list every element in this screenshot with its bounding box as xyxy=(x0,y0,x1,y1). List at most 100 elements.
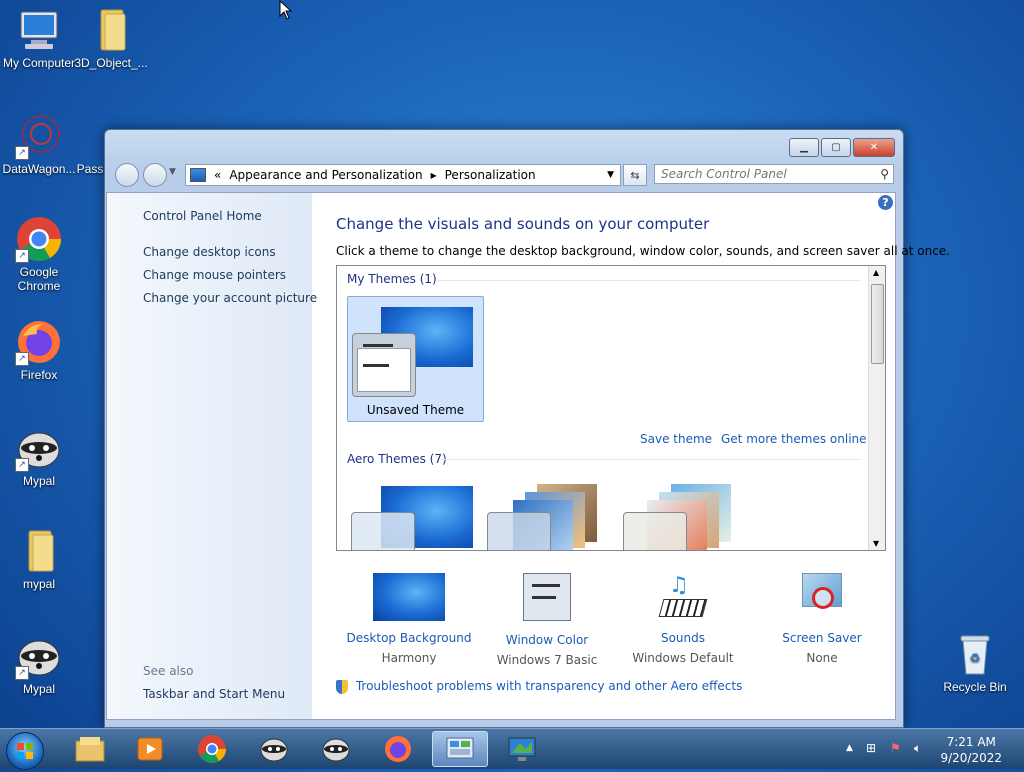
chrome-icon xyxy=(198,735,226,763)
navigation-bar: ▼ « Appearance and Personalization ▸ Per… xyxy=(115,163,895,187)
desktop-background-value: Harmony xyxy=(381,651,437,665)
taskbar-start-menu-link[interactable]: Taskbar and Start Menu xyxy=(143,687,285,701)
network-icon[interactable]: ⊞ xyxy=(866,741,876,755)
divider xyxy=(441,459,861,460)
show-hidden-icons-icon[interactable]: ▲ xyxy=(846,743,853,753)
desktop-icon-label: 3D_Object_... xyxy=(74,56,148,70)
volume-icon[interactable]: 🔈︎ xyxy=(914,741,921,756)
desktop-icon-firefox[interactable]: ↗ Firefox xyxy=(0,318,78,382)
search-input[interactable]: Search Control Panel ⚲ xyxy=(654,164,894,184)
breadcrumb-appearance[interactable]: Appearance and Personalization xyxy=(229,168,422,182)
maximize-button[interactable]: ▢ xyxy=(821,138,851,157)
shield-icon xyxy=(336,679,348,694)
recent-pages-dropdown-icon[interactable]: ▼ xyxy=(169,167,176,177)
minimize-button[interactable]: ▁ xyxy=(789,138,819,157)
window-client-area: Control Panel Home Change desktop icons … xyxy=(106,192,950,720)
desktop-background-icon xyxy=(373,573,445,621)
theme-list-scrollbar[interactable]: ▲ ▼ xyxy=(868,266,885,550)
aero-theme-characters-tile[interactable] xyxy=(623,476,748,550)
media-player-icon xyxy=(137,737,163,761)
clock[interactable]: 7:21 AM 9/20/2022 xyxy=(940,734,1002,766)
troubleshoot-link[interactable]: Troubleshoot problems with transparency … xyxy=(356,679,743,693)
change-desktop-icons-link[interactable]: Change desktop icons xyxy=(143,245,276,259)
search-icon[interactable]: ⚲ xyxy=(880,167,889,181)
file-icon xyxy=(75,112,110,160)
breadcrumb-overflow[interactable]: « xyxy=(214,168,221,182)
search-placeholder: Search Control Panel xyxy=(661,167,787,181)
close-button[interactable]: ✕ xyxy=(853,138,895,157)
shortcut-arrow-icon: ↗ xyxy=(15,666,29,680)
folder-icon xyxy=(15,527,63,575)
change-mouse-pointers-link[interactable]: Change mouse pointers xyxy=(143,268,286,282)
see-also-heading: See also xyxy=(143,664,194,678)
raccoon-icon xyxy=(260,738,288,762)
breadcrumb-personalization[interactable]: Personalization xyxy=(445,168,536,182)
address-dropdown-icon[interactable]: ▼ xyxy=(607,170,614,180)
window-color-value: Windows 7 Basic xyxy=(496,653,598,667)
help-icon[interactable]: ? xyxy=(878,195,893,210)
forward-button[interactable] xyxy=(143,163,167,187)
scroll-down-icon[interactable]: ▼ xyxy=(873,539,879,548)
datawagon-icon: ↗ xyxy=(15,112,63,160)
task-pane: Control Panel Home Change desktop icons … xyxy=(107,193,317,719)
troubleshoot-row[interactable]: Troubleshoot problems with transparency … xyxy=(336,679,742,694)
start-button[interactable] xyxy=(6,732,44,770)
taskbar-mypal[interactable] xyxy=(246,731,302,767)
shortcut-arrow-icon: ↗ xyxy=(15,458,29,472)
computer-icon xyxy=(15,6,63,54)
page-subtitle: Click a theme to change the desktop back… xyxy=(336,244,950,258)
screen-saver-setting[interactable]: Screen Saver None xyxy=(752,573,892,665)
desktop-icon-label: Google Chrome xyxy=(17,265,61,293)
taskbar-firefox[interactable] xyxy=(370,731,426,767)
desktop-icon-label: mypal xyxy=(22,577,55,591)
aero-theme-architecture-tile[interactable] xyxy=(487,476,612,550)
desktop-icon-my-computer[interactable]: My Computer xyxy=(0,6,78,70)
address-bar[interactable]: « Appearance and Personalization ▸ Perso… xyxy=(185,164,621,186)
control-panel-home-link[interactable]: Control Panel Home xyxy=(143,209,262,223)
window-color-icon xyxy=(523,573,571,621)
desktop-background-label: Desktop Background xyxy=(346,631,472,645)
screen-saver-icon xyxy=(798,573,846,621)
desktop-icon-mypal-2[interactable]: ↗ Mypal xyxy=(0,632,78,696)
desktop-background-setting[interactable]: Desktop Background Harmony xyxy=(339,573,479,665)
desktop-icon-mypal-folder[interactable]: mypal xyxy=(0,527,78,591)
aero-themes-heading: Aero Themes (7) xyxy=(347,452,447,466)
window-color-setting[interactable]: Window Color Windows 7 Basic xyxy=(477,573,617,667)
desktop-icon-recycle-bin[interactable]: ♻ Recycle Bin xyxy=(936,630,1014,694)
window-color-label: Window Color xyxy=(505,633,589,647)
divider xyxy=(437,280,861,281)
desktop-icon-label: Firefox xyxy=(20,368,58,382)
mouse-cursor-icon xyxy=(279,0,293,20)
back-button[interactable] xyxy=(115,163,139,187)
desktop-icon-label: My Computer xyxy=(2,56,76,70)
unsaved-theme-tile[interactable]: Unsaved Theme xyxy=(347,296,484,422)
desktop-icon-datawagon[interactable]: ↗ DataWagon... xyxy=(0,112,78,176)
taskbar-media-player[interactable] xyxy=(122,731,178,767)
taskbar-explorer[interactable] xyxy=(62,731,118,767)
theme-list[interactable]: My Themes (1) Unsaved Theme Save theme G… xyxy=(336,265,886,551)
desktop-icon-google-chrome[interactable]: ↗ Google Chrome xyxy=(0,215,78,293)
taskbar-chrome[interactable] xyxy=(184,731,240,767)
aero-theme-windows7-tile[interactable] xyxy=(351,484,476,550)
taskbar-mypal-2[interactable] xyxy=(308,731,364,767)
taskbar: ▲ ⊞ ⚑ 🔈︎ 7:21 AM 9/20/2022 xyxy=(0,728,1024,770)
change-account-picture-link[interactable]: Change your account picture xyxy=(143,291,317,305)
main-pane: ? Change the visuals and sounds on your … xyxy=(313,193,950,719)
personalization-window: ▁ ▢ ✕ ▼ « Appearance and Personalization… xyxy=(104,129,950,728)
page-title: Change the visuals and sounds on your co… xyxy=(336,215,710,233)
window-controls: ▁ ▢ ✕ xyxy=(789,138,895,157)
scroll-up-icon[interactable]: ▲ xyxy=(873,268,879,277)
refresh-button[interactable]: ⇆ xyxy=(623,164,647,186)
breadcrumb-separator-icon[interactable]: ▸ xyxy=(431,168,437,182)
action-center-icon[interactable]: ⚑ xyxy=(890,741,901,755)
taskbar-control-panel[interactable] xyxy=(432,731,488,767)
sounds-icon: ♫ xyxy=(658,573,708,621)
control-panel-icon xyxy=(190,168,206,182)
taskbar-personalization[interactable] xyxy=(494,731,550,767)
desktop-icon-3d-object[interactable]: 3D_Object_... xyxy=(72,6,150,70)
get-more-themes-link[interactable]: Get more themes online xyxy=(721,432,867,446)
sounds-setting[interactable]: ♫ Sounds Windows Default xyxy=(613,573,753,665)
save-theme-link[interactable]: Save theme xyxy=(640,432,712,446)
scroll-thumb[interactable] xyxy=(871,284,884,364)
desktop-icon-mypal[interactable]: ↗ Mypal xyxy=(0,424,78,488)
